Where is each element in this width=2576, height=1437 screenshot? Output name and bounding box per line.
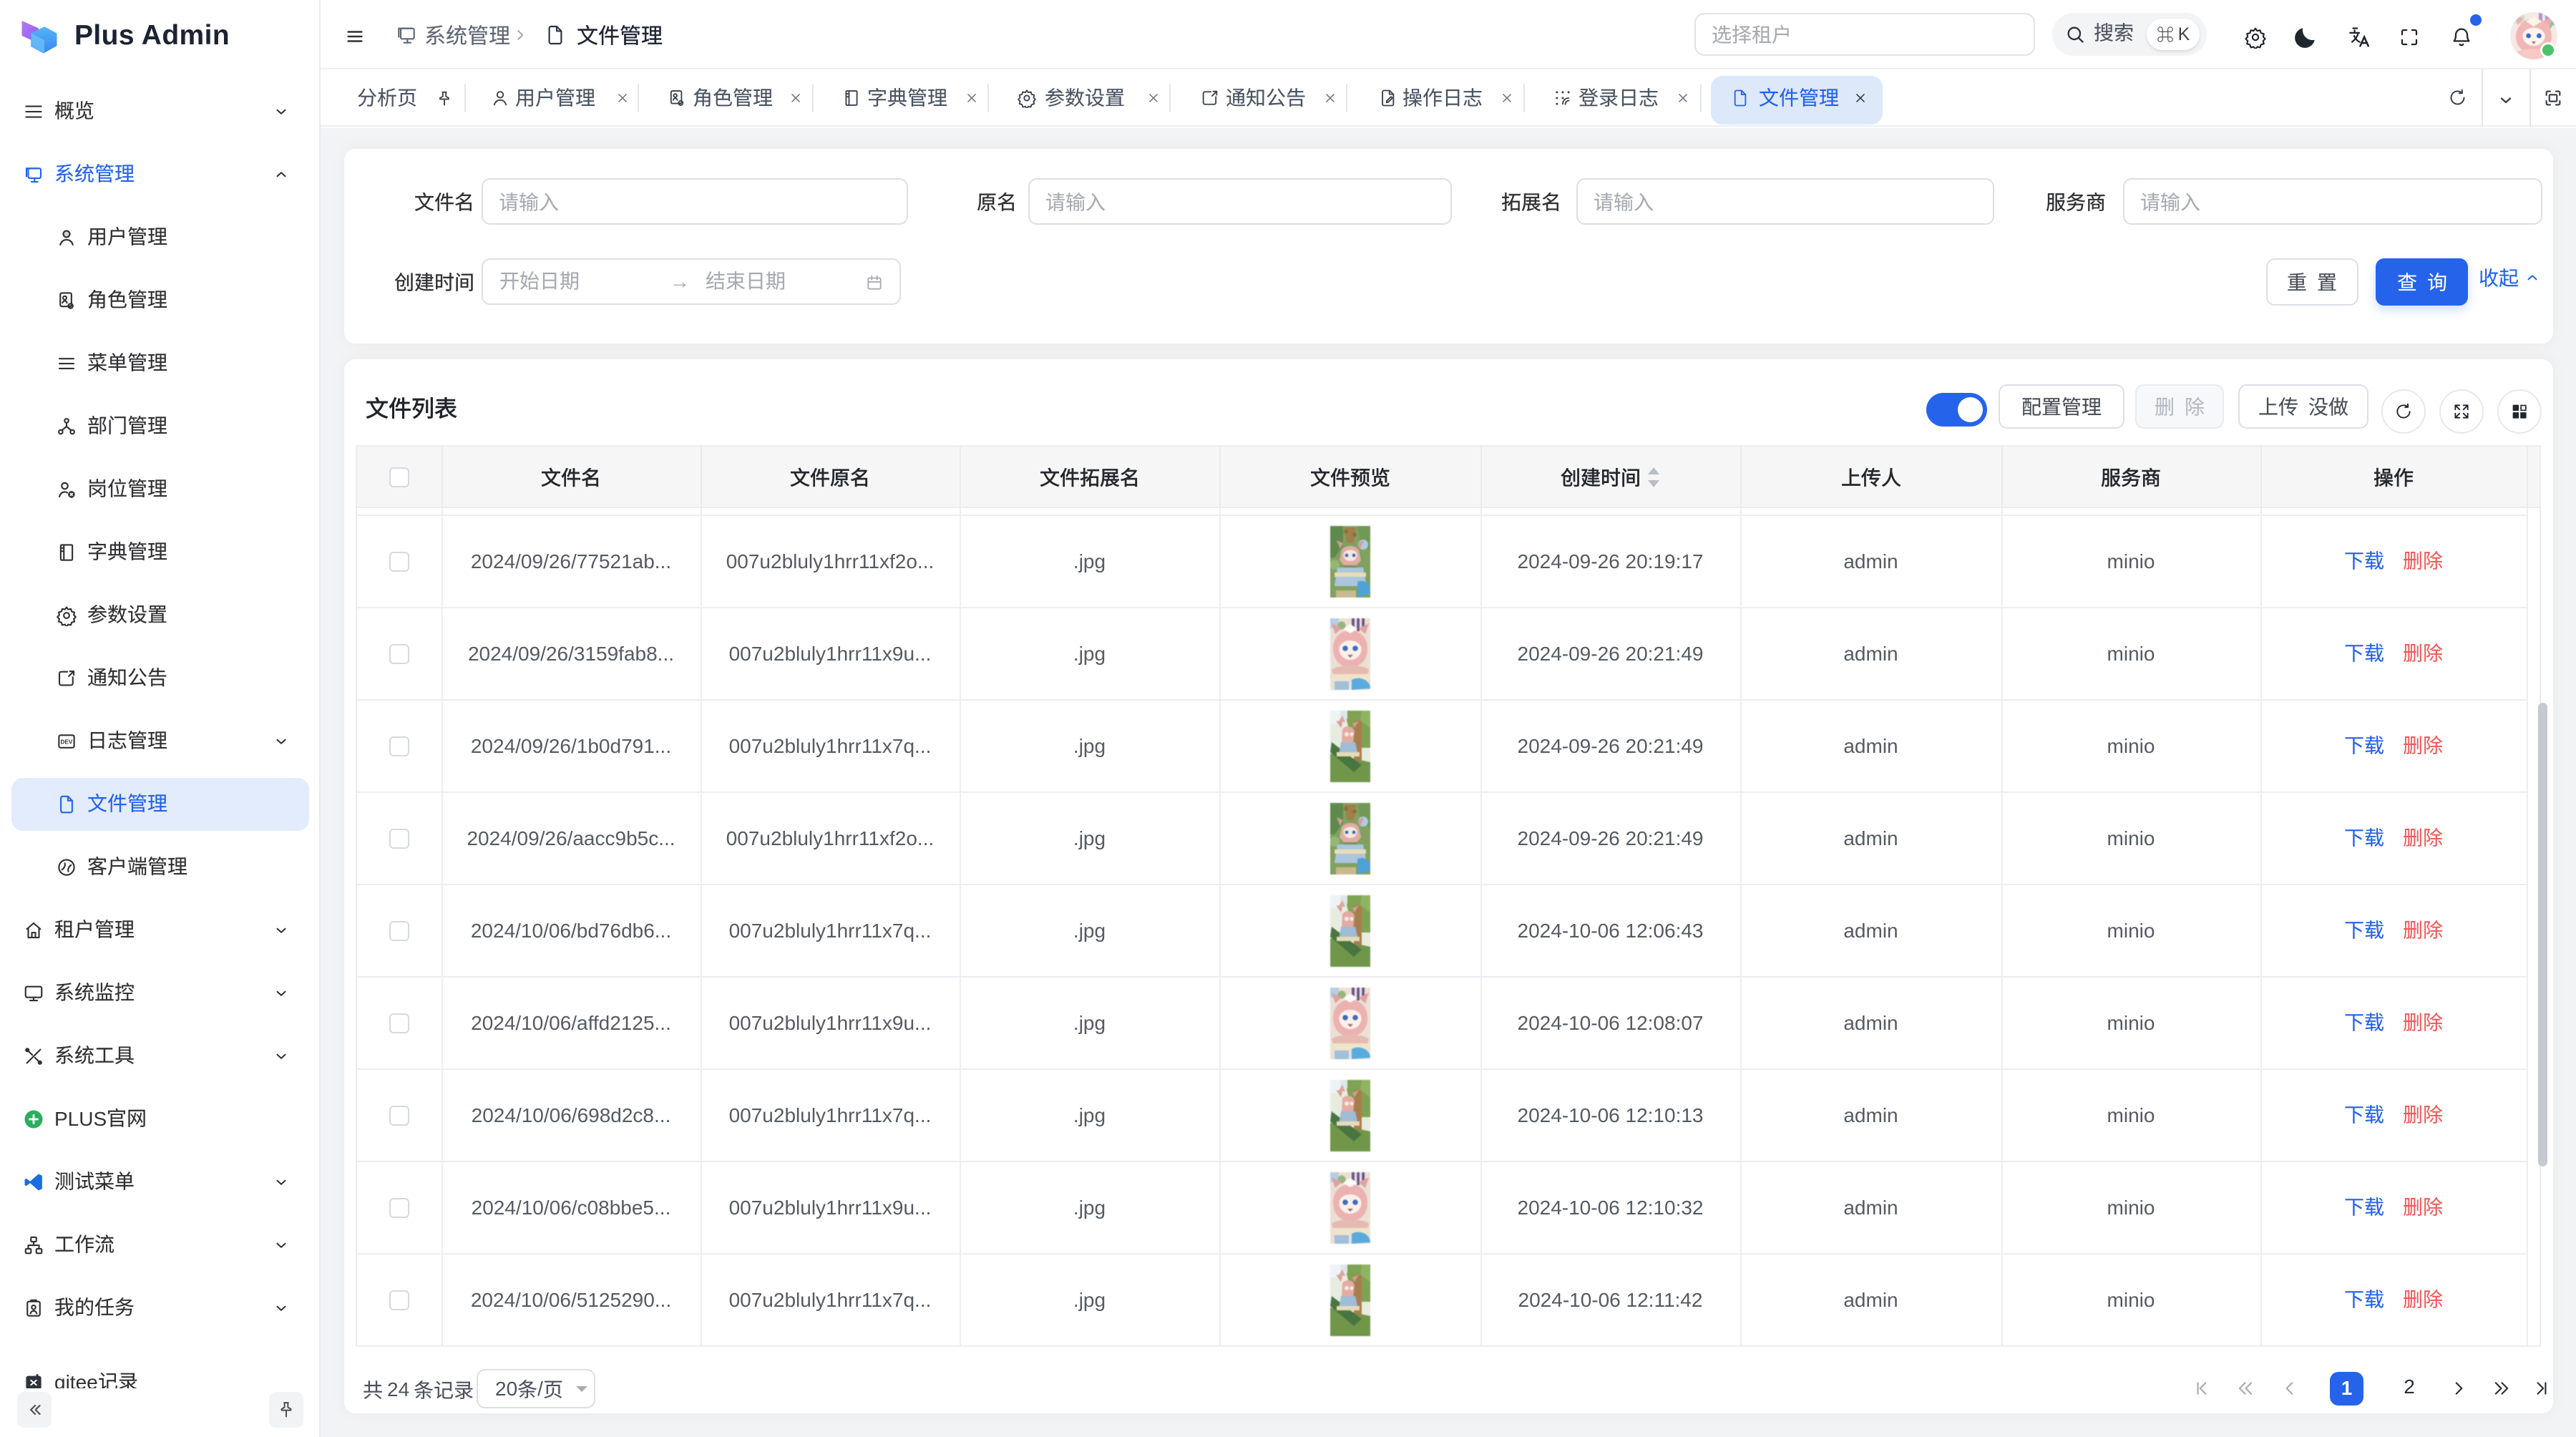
svg-text:DEV: DEV [61, 739, 73, 746]
